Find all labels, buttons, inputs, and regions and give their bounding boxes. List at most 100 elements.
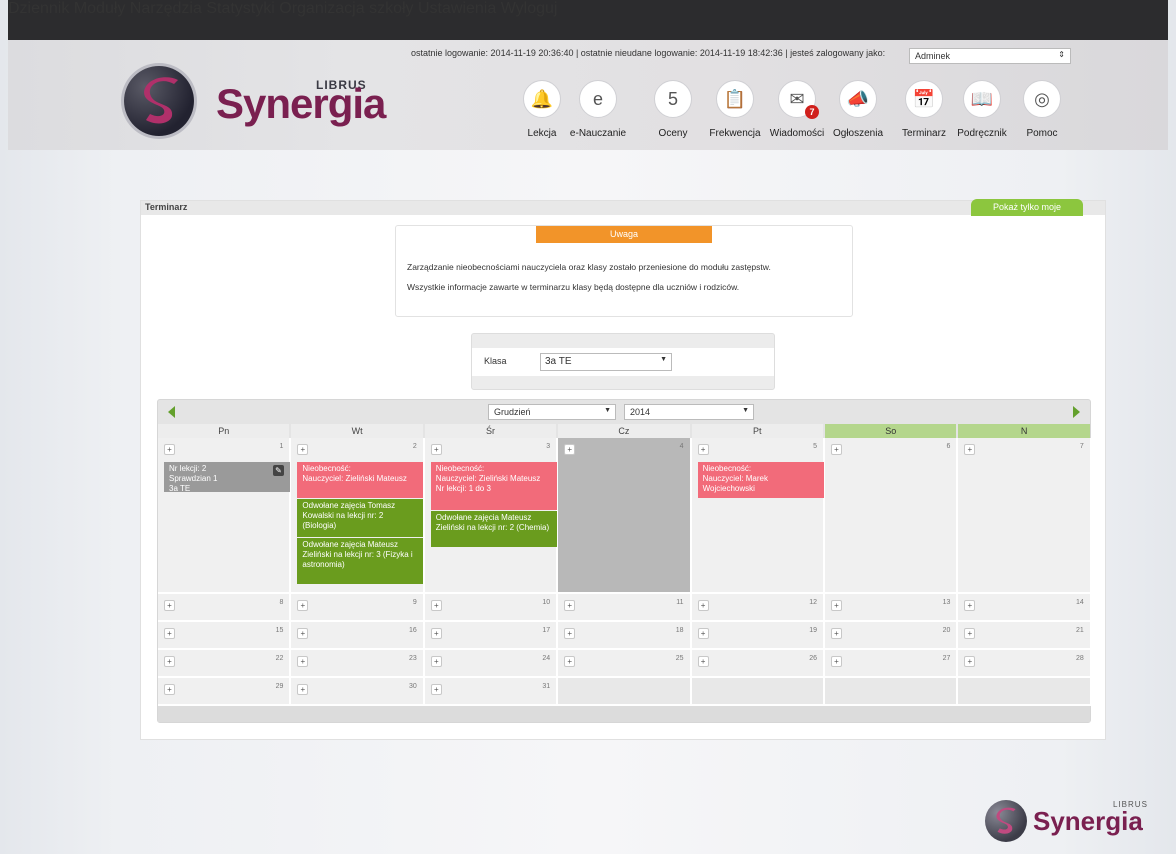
day-number: 2 — [412, 443, 417, 450]
calendar-day-cell[interactable]: +10 — [424, 594, 559, 622]
event-cancelled[interactable]: Odwołane zajęcia Mateusz Zieliński na le… — [297, 538, 424, 584]
calendar-day-cell[interactable] — [691, 678, 825, 706]
add-event-icon[interactable]: + — [297, 444, 309, 455]
add-event-icon[interactable]: + — [697, 600, 709, 611]
nav-statystyki[interactable]: Statystyki — [206, 0, 274, 17]
nav-organizacja[interactable]: Organizacja szkoły — [279, 0, 413, 17]
calendar-day-cell[interactable]: +9 — [291, 594, 425, 622]
module-pomoc[interactable]: ◎ Pomoc — [997, 80, 1087, 139]
logo[interactable]: LIBRUS Synergia — [124, 66, 386, 136]
calendar-day-cell[interactable]: +27 — [825, 650, 959, 678]
calendar-day-cell[interactable] — [825, 678, 959, 706]
day-number: 4 — [679, 443, 684, 450]
nav-ustawienia[interactable]: Ustawienia — [418, 0, 496, 17]
calendar-day-cell[interactable]: +6 — [825, 438, 959, 594]
dropdown-arrow-icon: ▼ — [660, 356, 667, 363]
calendar-day-cell[interactable]: +17 — [424, 622, 559, 650]
add-event-icon[interactable]: + — [430, 684, 442, 695]
edit-icon[interactable]: ✎ — [273, 465, 284, 476]
prev-month-arrow-icon[interactable] — [168, 406, 175, 418]
logo-s-icon — [144, 77, 178, 124]
add-event-icon[interactable]: + — [964, 656, 976, 667]
nav-narzedzia[interactable]: Narzędzia — [130, 0, 202, 17]
calendar-day-cell[interactable]: +7 — [958, 438, 1092, 594]
add-event-icon[interactable]: + — [697, 628, 709, 639]
add-event-icon[interactable]: + — [164, 444, 175, 455]
calendar-day-cell[interactable]: +20 — [825, 622, 959, 650]
add-event-icon[interactable]: + — [697, 656, 709, 667]
class-select[interactable]: 3a TE ▼ — [540, 353, 672, 371]
add-event-icon[interactable]: + — [831, 444, 842, 455]
add-event-icon[interactable]: + — [297, 628, 309, 639]
add-event-icon[interactable]: + — [430, 600, 442, 611]
calendar-day-cell[interactable]: +25 — [558, 650, 692, 678]
event-cancelled[interactable]: Odwołane zajęcia Tomasz Kowalski na lekc… — [297, 499, 424, 537]
add-event-icon[interactable]: + — [164, 600, 175, 611]
calendar-day-cell[interactable]: +29 — [158, 678, 292, 706]
add-event-icon[interactable]: + — [297, 656, 309, 667]
calendar-day-cell[interactable]: +18 — [558, 622, 692, 650]
calendar-day-cell[interactable]: +24 — [424, 650, 559, 678]
day-number: 30 — [408, 683, 417, 690]
add-event-icon[interactable]: + — [430, 628, 442, 639]
calendar-nav: Grudzień ▼ 2014 ▼ — [158, 400, 1090, 424]
calendar-day-cell[interactable]: +28 — [958, 650, 1092, 678]
add-event-icon[interactable]: + — [831, 600, 842, 611]
event-absence[interactable]: Nieobecność: Nauczyciel: Zieliński Mateu… — [297, 462, 424, 498]
calendar-day-cell[interactable]: +15 — [158, 622, 292, 650]
add-event-icon[interactable]: + — [430, 656, 442, 667]
nav-dziennik[interactable]: Dziennik — [8, 0, 69, 17]
add-event-icon[interactable]: + — [964, 444, 976, 455]
add-event-icon[interactable]: + — [964, 628, 976, 639]
event-test[interactable]: Nr lekcji: 2 Sprawdzian 1 3a TE ✎ — [164, 462, 290, 493]
show-mine-button[interactable]: Pokaż tylko moje — [971, 199, 1083, 216]
add-event-icon[interactable]: + — [831, 628, 842, 639]
calendar-day-cell[interactable] — [558, 678, 692, 706]
day-header: Śr — [424, 424, 557, 438]
add-event-icon[interactable]: + — [564, 656, 576, 667]
calendar-day-cell[interactable]: +14 — [958, 594, 1092, 622]
nav-moduly[interactable]: Moduły — [74, 0, 126, 17]
add-event-icon[interactable]: + — [831, 656, 842, 667]
user-select[interactable]: Adminek ⇕ — [909, 48, 1071, 64]
calendar-day-cell[interactable]: +16 — [291, 622, 425, 650]
add-event-icon[interactable]: + — [430, 444, 442, 455]
event-absence[interactable]: Nieobecność: Nauczyciel: Marek Wojciecho… — [697, 462, 824, 498]
calendar-day-cell[interactable]: +13 — [825, 594, 959, 622]
event-absence[interactable]: Nieobecność: Nauczyciel: Zieliński Mateu… — [430, 462, 557, 510]
calendar-day-cell[interactable]: +31 — [424, 678, 559, 706]
calendar-day-cell[interactable]: +12 — [691, 594, 825, 622]
calendar-day-cell[interactable]: +4 — [558, 438, 692, 594]
add-event-icon[interactable]: + — [697, 444, 709, 455]
add-event-icon[interactable]: + — [564, 600, 576, 611]
e-letter-icon: e — [579, 80, 617, 118]
calendar-day-cell[interactable]: +21 — [958, 622, 1092, 650]
calendar-day-cell[interactable]: +23 — [291, 650, 425, 678]
day-number: 13 — [942, 599, 951, 606]
next-month-arrow-icon[interactable] — [1073, 406, 1080, 418]
nav-wyloguj[interactable]: Wyloguj — [501, 0, 558, 17]
login-info: ostatnie logowanie: 2014-11-19 20:36:40 … — [411, 48, 886, 58]
event-cancelled[interactable]: Odwołane zajęcia Mateusz Zieliński na le… — [430, 511, 557, 547]
calendar-day-cell[interactable]: +30 — [291, 678, 425, 706]
notice-box: Uwaga Zarządzanie nieobecnościami nauczy… — [395, 225, 853, 317]
add-event-icon[interactable]: + — [564, 444, 576, 455]
add-event-icon[interactable]: + — [164, 656, 175, 667]
calendar-day-cell[interactable]: +8 — [158, 594, 292, 622]
day-number: 15 — [275, 627, 284, 634]
year-select[interactable]: 2014 ▼ — [624, 404, 754, 420]
add-event-icon[interactable]: + — [164, 628, 175, 639]
calendar-day-cell[interactable]: +19 — [691, 622, 825, 650]
add-event-icon[interactable]: + — [297, 684, 309, 695]
add-event-icon[interactable]: + — [964, 600, 976, 611]
month-select[interactable]: Grudzień ▼ — [488, 404, 616, 420]
add-event-icon[interactable]: + — [164, 684, 175, 695]
calendar-day-cell[interactable]: +22 — [158, 650, 292, 678]
add-event-icon[interactable]: + — [564, 628, 576, 639]
calendar-day-cell[interactable]: +11 — [558, 594, 692, 622]
calendar-day-cell[interactable]: +26 — [691, 650, 825, 678]
calendar-day-cell[interactable] — [958, 678, 1092, 706]
add-event-icon[interactable]: + — [297, 600, 309, 611]
calendar: Grudzień ▼ 2014 ▼ Pn Wt Śr Cz Pt So N +1 +2 +3 +4 +… — [157, 399, 1092, 723]
notice-title: Uwaga — [536, 226, 712, 243]
